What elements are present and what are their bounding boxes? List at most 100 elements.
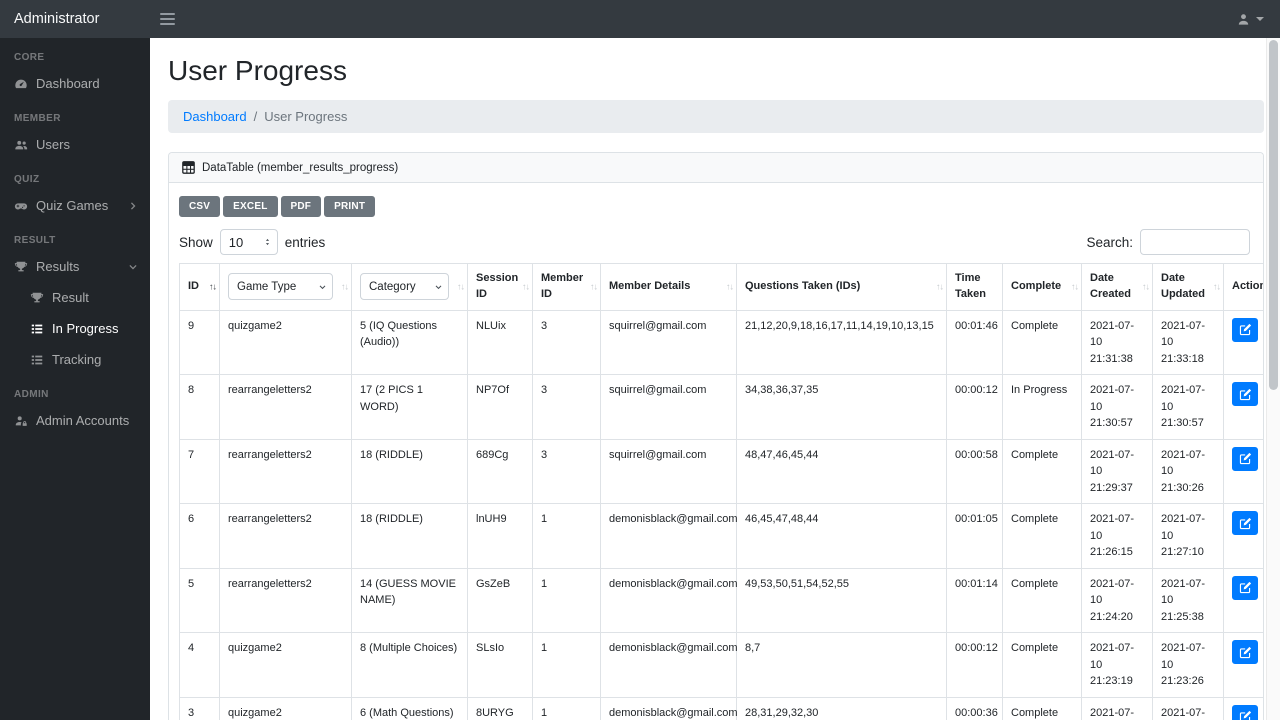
header-date-created[interactable]: Date Created ↑↓ — [1081, 263, 1153, 311]
cell-date-updated: 2021-07-10 21:30:26 — [1152, 438, 1224, 505]
edit-button[interactable] — [1232, 511, 1258, 536]
sidebar-section-member: MEMBER — [14, 113, 61, 124]
header-date-updated[interactable]: Date Updated ↑↓ — [1152, 263, 1224, 311]
edit-button[interactable] — [1232, 382, 1258, 407]
list-icon — [31, 355, 43, 364]
edit-button[interactable] — [1232, 575, 1258, 600]
person-icon — [1238, 13, 1249, 25]
header-id[interactable]: ID ↑↓ — [179, 263, 220, 311]
game-type-filter-select[interactable]: Game Type — [228, 273, 333, 301]
pencil-square-icon — [1239, 582, 1251, 594]
edit-button[interactable] — [1232, 640, 1258, 665]
caret-down-icon — [1256, 17, 1264, 21]
cell-date-created: 2021-07-10 21:23:19 — [1081, 632, 1153, 698]
excel-button[interactable]: EXCEL — [223, 196, 278, 217]
cell-member-details: demonisblack@gmail.com — [600, 632, 738, 698]
sidebar-toggle-button[interactable] — [152, 7, 183, 31]
cell-session-id: 689Cg — [467, 438, 533, 505]
cell-date-updated: 2021-07-10 21:25:38 — [1152, 567, 1224, 634]
header-member-details[interactable]: Member Details ↑↓ — [600, 263, 737, 311]
cell-complete: Complete — [1002, 567, 1082, 634]
sidebar-section-core: CORE — [14, 52, 45, 63]
sidebar-item-admin-accounts[interactable]: Admin Accounts — [0, 405, 150, 436]
cell-date-created: 2021-07-10 21:22:30 — [1081, 696, 1153, 720]
cell-time-taken: 00:00:36 — [946, 696, 1003, 720]
sidebar-section-admin: ADMIN — [14, 389, 49, 400]
table-body: 9 quizgame2 5 (IQ Questions (Audio)) NLU… — [179, 309, 1263, 720]
pencil-square-icon — [1239, 711, 1251, 720]
cell-member-details: squirrel@gmail.com — [600, 309, 737, 376]
cell-questions-taken: 8,7 — [736, 632, 947, 698]
cell-date-updated: 2021-07-10 21:27:10 — [1152, 503, 1224, 569]
cell-category: 6 (Math Questions) — [351, 696, 468, 720]
cell-time-taken: 00:00:12 — [946, 374, 1003, 440]
cell-questions-taken: 21,12,20,9,18,16,17,11,14,19,10,13,15 — [736, 309, 947, 376]
sidebar-item-dashboard[interactable]: Dashboard — [0, 68, 150, 99]
trophy-icon — [30, 292, 44, 302]
sidebar-item-results[interactable]: Results — [0, 251, 150, 282]
sidebar-item-users[interactable]: Users — [0, 129, 150, 160]
cell-action — [1223, 503, 1263, 569]
cell-game-type: rearrangeletters2 — [219, 567, 352, 634]
cell-member-details: demonisblack@gmail.com — [600, 503, 738, 569]
app-brand[interactable]: Administrator — [0, 11, 150, 27]
category-filter-select[interactable]: Category — [360, 273, 449, 301]
sort-icon: ↑↓ — [341, 281, 349, 292]
sidebar-item-tracking[interactable]: Tracking — [0, 344, 150, 375]
cell-member-id: 3 — [532, 438, 601, 505]
header-questions-taken[interactable]: Questions Taken (IDs) ↑↓ — [736, 263, 947, 311]
cell-date-updated: 2021-07-10 21:33:18 — [1152, 309, 1224, 376]
table-row: 5 rearrangeletters2 14 (GUESS MOVIE NAME… — [179, 567, 1263, 634]
table-icon — [182, 161, 195, 174]
sort-icon: ↑↓ — [1071, 281, 1079, 292]
cell-category: 5 (IQ Questions (Audio)) — [351, 309, 468, 376]
person-lock-icon — [15, 415, 27, 426]
header-session-id[interactable]: Session ID ↑↓ — [467, 263, 533, 311]
cell-session-id: NLUix — [467, 309, 533, 376]
cell-time-taken: 00:01:14 — [946, 567, 1003, 634]
header-action: Action — [1223, 263, 1263, 311]
page-length-select[interactable]: 10 — [219, 229, 278, 255]
sidebar-item-quiz-games[interactable]: Quiz Games — [0, 190, 150, 221]
show-label: Show — [179, 234, 213, 250]
breadcrumb-link-dashboard[interactable]: Dashboard — [183, 109, 247, 124]
pdf-button[interactable]: PDF — [280, 196, 322, 217]
scrollbar-thumb[interactable] — [1269, 40, 1278, 390]
search-input[interactable] — [1140, 229, 1250, 255]
cell-questions-taken: 48,47,46,45,44 — [736, 438, 947, 505]
cell-complete: In Progress — [1002, 374, 1082, 440]
table-header-row: ID ↑↓ Game Type ↑↓ Category ↑↓ Session I… — [179, 263, 1263, 311]
cell-action — [1223, 696, 1263, 720]
cell-questions-taken: 46,45,47,48,44 — [736, 503, 947, 569]
sidebar-item-result[interactable]: Result — [0, 282, 150, 313]
cell-member-id: 1 — [532, 696, 601, 720]
header-complete[interactable]: Complete ↑↓ — [1002, 263, 1082, 311]
sidebar-item-in-progress[interactable]: In Progress — [0, 313, 150, 344]
trophy-icon — [14, 261, 28, 271]
cell-action — [1223, 309, 1263, 376]
cell-id: 3 — [179, 696, 220, 720]
csv-button[interactable]: CSV — [179, 196, 221, 217]
user-menu[interactable] — [1236, 12, 1264, 27]
pencil-square-icon — [1239, 517, 1251, 529]
sort-icon: ↑↓ — [209, 281, 217, 292]
edit-button[interactable] — [1232, 317, 1258, 342]
header-member-id[interactable]: Member ID ↑↓ — [532, 263, 601, 311]
cell-complete: Complete — [1002, 503, 1082, 569]
cell-member-id: 1 — [532, 503, 601, 569]
cell-time-taken: 00:01:05 — [946, 503, 1003, 569]
table-row: 8 rearrangeletters2 17 (2 PICS 1 WORD) N… — [179, 374, 1263, 440]
pencil-square-icon — [1239, 453, 1251, 465]
pencil-square-icon — [1239, 324, 1251, 336]
table-row: 6 rearrangeletters2 18 (RIDDLE) lnUH9 1 … — [179, 503, 1263, 569]
edit-button[interactable] — [1232, 446, 1258, 471]
print-button[interactable]: PRINT — [324, 196, 376, 217]
cell-complete: Complete — [1002, 632, 1082, 698]
top-navbar: Administrator — [0, 0, 1280, 38]
cell-id: 4 — [179, 632, 220, 698]
datatable-card: DataTable (member_results_progress) CSV … — [168, 152, 1264, 720]
edit-button[interactable] — [1232, 704, 1258, 720]
cell-id: 5 — [179, 567, 220, 634]
header-time-taken: Time Taken — [946, 263, 1003, 311]
data-table: ID ↑↓ Game Type ↑↓ Category ↑↓ Session I… — [179, 263, 1263, 720]
